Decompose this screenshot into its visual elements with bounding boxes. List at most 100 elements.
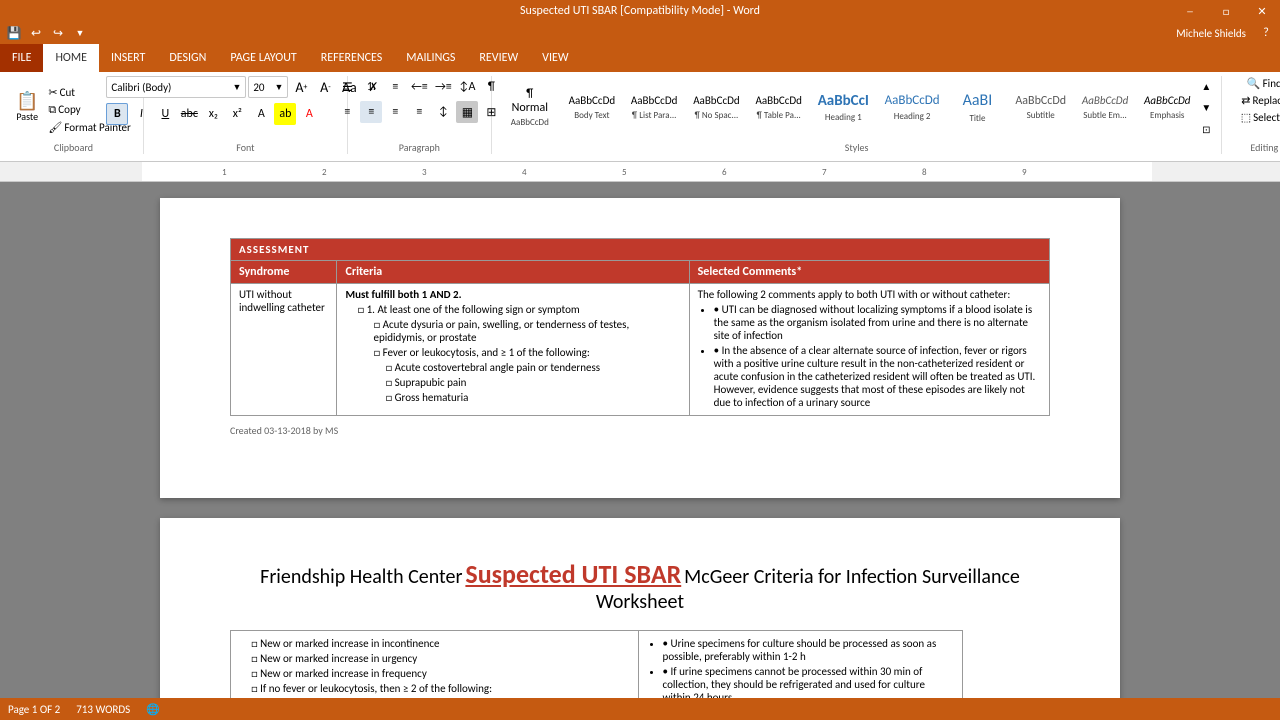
align-center-button[interactable]: ≡ <box>360 101 382 123</box>
page2-criteria-cell: New or marked increase in incontinence N… <box>231 631 639 699</box>
style-heading1[interactable]: AaBbCcI Heading 1 <box>811 80 876 136</box>
align-right-button[interactable]: ≡ <box>384 101 406 123</box>
bullets-button[interactable]: ☰ <box>336 76 358 98</box>
restore-button[interactable]: □ <box>1208 0 1244 22</box>
style-subtle-em[interactable]: AaBbCcDd Subtle Em... <box>1075 80 1135 136</box>
page-2[interactable]: Friendship Health Center Suspected UTI S… <box>160 518 1120 698</box>
paste-icon: 📋 <box>16 92 38 110</box>
italic-button[interactable]: I <box>130 103 152 125</box>
tab-review[interactable]: REVIEW <box>467 44 530 72</box>
help-button[interactable]: ? <box>1256 23 1276 43</box>
font-color-button[interactable]: A <box>298 103 320 125</box>
user-name: Michele Shields <box>1176 27 1246 40</box>
find-button[interactable]: 🔍 Find <box>1243 76 1280 91</box>
tab-insert[interactable]: INSERT <box>99 44 157 72</box>
justify-button[interactable]: ≡ <box>408 101 430 123</box>
tab-view[interactable]: VIEW <box>530 44 580 72</box>
style-emphasis[interactable]: AaBbCcDd Emphasis <box>1137 80 1197 136</box>
paste-button[interactable]: 📋 Paste <box>12 90 42 125</box>
ruler-mark-8: 8 <box>922 167 927 178</box>
ruler-mark-1: 1 <box>222 167 227 178</box>
sort-button[interactable]: ↕A <box>456 76 478 98</box>
copy-icon: ⧉ <box>48 103 56 117</box>
created-line: Created 03-13-2018 by MS <box>230 424 1050 437</box>
styles-scroll[interactable]: ▲ ▼ ⊡ <box>1199 80 1213 136</box>
save-button[interactable]: 💾 <box>4 23 24 43</box>
undo-button[interactable]: ↩ <box>26 23 46 43</box>
main-area: ASSESSMENT Syndrome Criteria Selected Co… <box>0 182 1280 698</box>
page-info: Page 1 OF 2 <box>8 703 60 716</box>
list-item: If no fever or leukocytosis, then ≥ 2 of… <box>251 682 630 695</box>
minimize-button[interactable]: ─ <box>1172 0 1208 22</box>
tab-references[interactable]: REFERENCES <box>309 44 395 72</box>
tab-file[interactable]: FILE <box>0 44 43 72</box>
format-painter-icon: 🖌 <box>48 121 62 134</box>
tab-page-layout[interactable]: PAGE LAYOUT <box>218 44 308 72</box>
table-row-1: UTI without indwelling catheter Must ful… <box>231 284 1050 416</box>
select-button[interactable]: ⬚ Select ▾ <box>1237 110 1280 125</box>
tab-mailings[interactable]: MAILINGS <box>394 44 467 72</box>
cut-icon: ✂ <box>48 86 57 99</box>
font-dropdown-icon[interactable]: ▼ <box>232 82 241 93</box>
font-name-value: Calibri (Body) <box>111 81 171 94</box>
increase-font-button[interactable]: A+ <box>290 76 312 98</box>
find-icon: 🔍 <box>1247 77 1261 90</box>
ribbon: 📋 Paste ✂ Cut ⧉ Copy 🖌 Format Painter <box>0 72 1280 162</box>
redo-button[interactable]: ↪ <box>48 23 68 43</box>
title-bar: Suspected UTI SBAR [Compatibility Mode] … <box>0 0 1280 22</box>
increase-indent-button[interactable]: →≡ <box>432 76 454 98</box>
highlight-button[interactable]: ab <box>274 103 296 125</box>
tab-design[interactable]: DESIGN <box>157 44 218 72</box>
comment-item: If urine specimens cannot be processed w… <box>663 665 954 698</box>
font-name-input[interactable]: Calibri (Body) ▼ <box>106 76 246 98</box>
close-button[interactable]: ✕ <box>1244 0 1280 22</box>
underline-button[interactable]: U <box>154 103 176 125</box>
style-list-para[interactable]: AaBbCcDd ¶ List Para... <box>624 80 684 136</box>
replace-button[interactable]: ⇄ Replace <box>1237 93 1280 108</box>
decrease-indent-button[interactable]: ←≡ <box>408 76 430 98</box>
superscript-button[interactable]: x² <box>226 103 248 125</box>
style-no-space[interactable]: AaBbCcDd ¶ No Spac... <box>686 80 746 136</box>
copy-label: Copy <box>58 103 80 116</box>
col-comments: Selected Comments* <box>689 261 1049 284</box>
bold-button[interactable]: B <box>106 103 128 125</box>
criteria-item-1a: Acute dysuria or pain, swelling, or tend… <box>357 318 680 344</box>
ribbon-tabs: FILE HOME INSERT DESIGN PAGE LAYOUT REFE… <box>0 44 1280 72</box>
shading-button[interactable]: ▦ <box>456 101 478 123</box>
comment-2: In the absence of a clear alternate sour… <box>714 344 1041 409</box>
ruler-mark-3: 3 <box>422 167 427 178</box>
ruler-mark-6: 6 <box>722 167 727 178</box>
ruler-mark-5: 5 <box>622 167 627 178</box>
align-left-button[interactable]: ≡ <box>336 101 358 123</box>
size-dropdown-icon[interactable]: ▼ <box>274 82 283 93</box>
tab-home[interactable]: HOME <box>43 44 99 72</box>
style-title[interactable]: AaBI Title <box>948 80 1006 136</box>
decrease-font-button[interactable]: A- <box>314 76 336 98</box>
document-area[interactable]: ASSESSMENT Syndrome Criteria Selected Co… <box>0 182 1280 698</box>
more-button[interactable]: ▼ <box>70 23 90 43</box>
font-size-input[interactable]: 20 ▼ <box>248 76 288 98</box>
clipboard-label: Clipboard <box>54 139 93 154</box>
criteria-item-1b: Fever or leukocytosis, and ≥ 1 of the fo… <box>357 346 680 359</box>
font-size-value: 20 <box>253 81 264 94</box>
ruler-mark-2: 2 <box>322 167 327 178</box>
style-normal[interactable]: ¶ Normal AaBbCcDd <box>500 80 560 136</box>
select-icon: ⬚ <box>1241 111 1251 124</box>
subscript-button[interactable]: x₂ <box>202 103 224 125</box>
numbering-button[interactable]: 1. <box>360 76 382 98</box>
style-body-text[interactable]: AaBbCcDd Body Text <box>562 80 622 136</box>
title-highlight: Suspected UTI SBAR <box>465 558 681 590</box>
replace-label: Replace <box>1252 94 1280 107</box>
status-bar: Page 1 OF 2 713 WORDS 🌐 <box>0 698 1280 720</box>
list-item: New or marked increase in urgency <box>251 652 630 665</box>
ruler: 1 2 3 4 5 6 7 8 9 <box>0 162 1280 182</box>
line-spacing-button[interactable]: ↕ <box>432 101 454 123</box>
style-table-pa[interactable]: AaBbCcDd ¶ Table Pa... <box>749 80 809 136</box>
page-1[interactable]: ASSESSMENT Syndrome Criteria Selected Co… <box>160 198 1120 498</box>
style-subtitle[interactable]: AaBbCcDd Subtitle <box>1008 80 1072 136</box>
strikethrough-button[interactable]: abc <box>178 103 200 125</box>
style-heading2[interactable]: AaBbCcDd Heading 2 <box>878 80 947 136</box>
multilevel-button[interactable]: ≡ <box>384 76 406 98</box>
text-effects-button[interactable]: A <box>250 103 272 125</box>
styles-group: ¶ Normal AaBbCcDd AaBbCcDd Body Text AaB… <box>496 76 1222 154</box>
